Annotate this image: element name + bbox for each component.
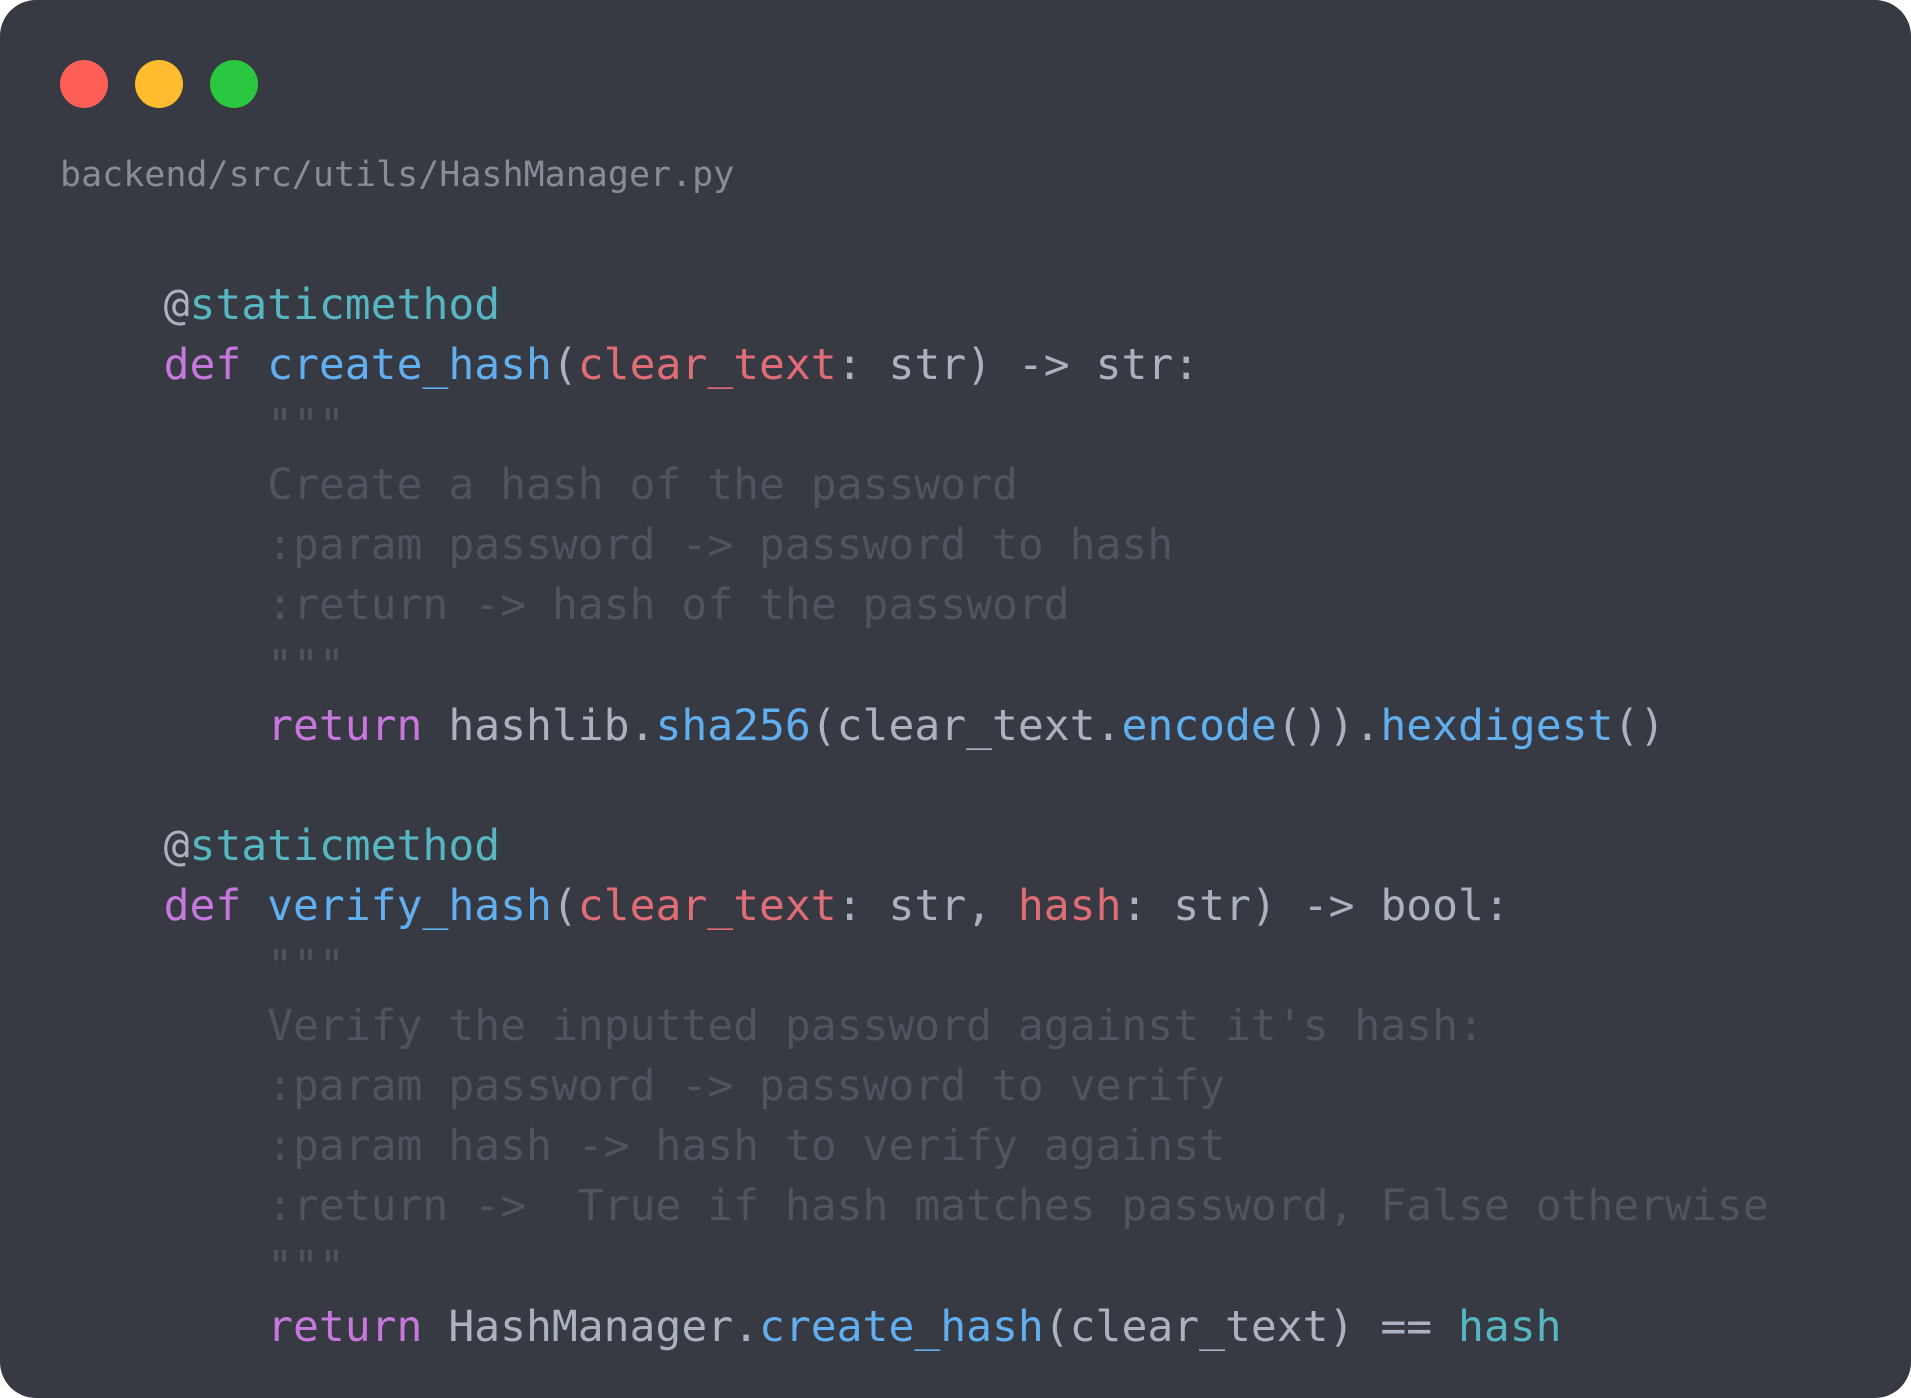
code-token-plain: (clear_text. — [810, 700, 1122, 751]
code-line: :return -> True if hash matches password… — [60, 1176, 1769, 1236]
code-token-docstring: """ — [60, 1241, 345, 1292]
code-token-plain: ( — [551, 880, 578, 931]
code-line: def create_hash(clear_text: str) -> str: — [60, 335, 1769, 395]
code-block: @staticmethod def create_hash(clear_text… — [60, 275, 1769, 1357]
file-path: backend/src/utils/HashManager.py — [60, 155, 735, 195]
code-token-plain: : str) -> bool: — [1121, 880, 1510, 931]
code-line: """ — [60, 1237, 1769, 1297]
code-token-docstring: :return -> hash of the password — [60, 580, 1070, 631]
code-line: @staticmethod — [60, 275, 1769, 335]
code-token-function: verify_hash — [267, 880, 552, 931]
code-line: def verify_hash(clear_text: str, hash: s… — [60, 876, 1769, 936]
code-token-function: hexdigest — [1380, 700, 1614, 751]
code-line: return hashlib.sha256(clear_text.encode(… — [60, 696, 1769, 756]
code-token-plain: : str) -> str: — [836, 340, 1200, 391]
code-token-plain: : str, — [836, 880, 1018, 931]
code-token-function: create_hash — [267, 340, 552, 391]
code-token-plain: ()). — [1276, 700, 1381, 751]
code-line: return HashManager.create_hash(clear_tex… — [60, 1297, 1769, 1357]
code-line: :param hash -> hash to verify against — [60, 1116, 1769, 1176]
code-token-keyword: return — [267, 1301, 449, 1352]
code-token-param: clear_text — [577, 880, 837, 931]
minimize-button[interactable] — [135, 60, 183, 108]
code-token-keyword: def — [163, 880, 268, 931]
code-token-docstring: :return -> True if hash matches password… — [60, 1181, 1769, 1232]
code-token-docstring: :param hash -> hash to verify against — [60, 1121, 1225, 1172]
code-line: :param password -> password to hash — [60, 515, 1769, 575]
code-line: :param password -> password to verify — [60, 1056, 1769, 1116]
code-token-plain: ( — [551, 340, 578, 391]
code-line: @staticmethod — [60, 816, 1769, 876]
code-token-keyword: def — [163, 340, 268, 391]
code-token-docstring: Create a hash of the password — [60, 460, 1018, 511]
code-token-docstring: """ — [60, 400, 345, 451]
code-token-param: hash — [1017, 880, 1122, 931]
code-token-plain: (clear_text) == — [1043, 1301, 1458, 1352]
code-token-param: clear_text — [577, 340, 837, 391]
code-token-decorator: staticmethod — [189, 820, 501, 871]
code-token-function: encode — [1121, 700, 1277, 751]
code-token-docstring: """ — [60, 941, 345, 992]
code-line: """ — [60, 936, 1769, 996]
code-token-plain: () — [1613, 700, 1666, 751]
close-button[interactable] — [60, 60, 108, 108]
code-token-docstring: :param password -> password to verify — [60, 1061, 1225, 1112]
code-token-decorator: staticmethod — [189, 280, 501, 330]
code-token-docstring: Verify the inputted password against it'… — [60, 1001, 1484, 1052]
maximize-button[interactable] — [210, 60, 258, 108]
code-token-function: sha256 — [655, 700, 811, 751]
window-controls — [60, 60, 258, 108]
code-line: Create a hash of the password — [60, 455, 1769, 515]
code-token-plain: @ — [163, 820, 190, 871]
code-token-decorator: hash — [1458, 1301, 1562, 1352]
code-token-plain: @ — [163, 280, 190, 330]
code-window: backend/src/utils/HashManager.py @static… — [0, 0, 1911, 1398]
code-line: """ — [60, 636, 1769, 696]
code-line: :return -> hash of the password — [60, 575, 1769, 635]
code-token-function: create_hash — [759, 1301, 1044, 1352]
code-token-docstring: :param password -> password to hash — [60, 520, 1174, 571]
code-line: Verify the inputted password against it'… — [60, 996, 1769, 1056]
code-line: """ — [60, 395, 1769, 455]
code-token-keyword: return — [267, 700, 449, 751]
code-token-plain: HashManager. — [448, 1301, 759, 1352]
code-token-docstring: """ — [60, 640, 345, 691]
code-token-plain: hashlib. — [448, 700, 656, 751]
